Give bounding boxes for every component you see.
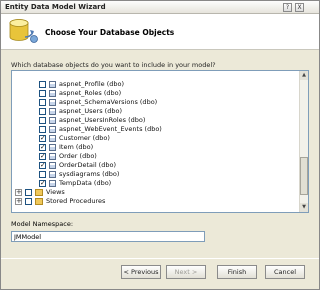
table-row[interactable]: aspnet_SchemaVersions (dbo) [12,98,292,107]
table-checkbox[interactable] [39,126,46,133]
table-row[interactable]: OrderDetail (dbo) [12,161,292,170]
table-icon [49,126,56,133]
namespace-label: Model Namespace: [11,220,74,228]
table-icon [49,153,56,160]
table-icon [49,171,56,178]
scroll-down-icon[interactable]: ▼ [300,203,308,212]
tree-node-views[interactable]: + Views [12,188,292,197]
table-row[interactable]: aspnet_WebEvent_Events (dbo) [12,125,292,134]
wizard-window: Entity Data Model Wizard ? X Choose Your… [0,0,320,290]
procedures-checkbox[interactable] [25,198,32,205]
window-title: Entity Data Model Wizard [5,3,106,11]
table-checkbox[interactable] [39,179,46,187]
folder-icon [35,198,43,205]
tree-node-stored-procedures[interactable]: + Stored Procedures [12,197,292,206]
table-checkbox[interactable] [39,117,46,124]
cancel-button[interactable]: Cancel [265,265,305,279]
table-label: aspnet_WebEvent_Events (dbo) [59,125,162,133]
table-icon [49,180,56,187]
table-label: aspnet_UsersInRoles (dbo) [59,116,146,124]
table-icon [49,99,56,106]
table-label: TempData (dbo) [59,179,112,187]
table-checkbox[interactable] [39,108,46,115]
table-row[interactable]: aspnet_Roles (dbo) [12,89,292,98]
database-icon [9,19,38,43]
table-row[interactable]: aspnet_Profile (dbo) [12,80,292,89]
table-label: Order (dbo) [59,152,97,160]
table-checkbox[interactable] [39,143,46,151]
expand-procedures-icon[interactable]: + [15,198,22,205]
table-checkbox[interactable] [39,99,46,106]
table-icon [49,90,56,97]
table-label: Item (dbo) [59,143,94,151]
objects-prompt: Which database objects do you want to in… [11,61,216,69]
table-label: aspnet_Roles (dbo) [59,89,122,97]
table-checkbox[interactable] [39,171,46,178]
table-row[interactable]: TempData (dbo) [12,179,292,188]
table-label: Customer (dbo) [59,134,110,142]
table-icon [49,135,56,142]
procedures-label: Stored Procedures [46,197,106,205]
table-icon [49,117,56,124]
table-icon [49,144,56,151]
table-row[interactable]: Order (dbo) [12,152,292,161]
table-checkbox[interactable] [39,81,46,88]
table-label: OrderDetail (dbo) [59,161,116,169]
table-row[interactable]: aspnet_Users (dbo) [12,107,292,116]
table-row[interactable]: Customer (dbo) [12,134,292,143]
table-icon [49,81,56,88]
close-button[interactable]: X [295,3,304,12]
table-checkbox[interactable] [39,161,46,169]
table-row[interactable]: sysdiagrams (dbo) [12,170,292,179]
page-heading: Choose Your Database Objects [45,28,175,37]
scroll-up-icon[interactable]: ▲ [300,71,308,80]
table-label: sysdiagrams (dbo) [59,170,120,178]
next-button[interactable]: Next > [166,265,206,279]
table-row[interactable]: aspnet_UsersInRoles (dbo) [12,116,292,125]
help-button[interactable]: ? [283,3,292,12]
table-checkbox[interactable] [39,90,46,97]
table-row[interactable]: Item (dbo) [12,143,292,152]
views-checkbox[interactable] [25,189,32,196]
previous-button[interactable]: < Previous [121,265,161,279]
table-label: aspnet_SchemaVersions (dbo) [59,98,158,106]
table-icon [49,108,56,115]
footer-divider [1,258,319,259]
database-objects-tree[interactable]: aspnet_Profile (dbo) aspnet_Roles (dbo) as… [11,70,309,213]
tree-scrollbar[interactable]: ▲ ▼ [299,71,308,212]
views-label: Views [46,188,65,196]
title-bar: Entity Data Model Wizard ? X [1,1,319,14]
table-checkbox[interactable] [39,152,46,160]
expand-views-icon[interactable]: + [15,189,22,196]
scroll-thumb[interactable] [300,157,308,195]
wizard-header: Choose Your Database Objects [1,14,319,50]
table-icon [49,162,56,169]
table-label: aspnet_Profile (dbo) [59,80,124,88]
table-checkbox[interactable] [39,134,46,142]
folder-icon [35,189,43,196]
table-label: aspnet_Users (dbo) [59,107,122,115]
finish-button[interactable]: Finish [217,265,257,279]
namespace-input[interactable] [11,231,205,242]
